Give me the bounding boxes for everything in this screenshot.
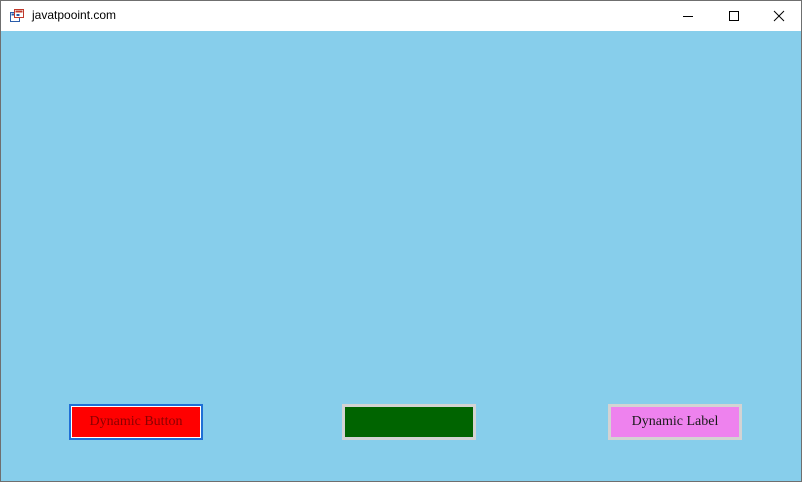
dynamic-button[interactable]: Dynamic Button: [69, 404, 203, 440]
form-client-area: Dynamic Button Dynamic Label: [1, 31, 801, 481]
minimize-icon: [683, 16, 693, 17]
dynamic-label: Dynamic Label: [608, 404, 742, 440]
maximize-icon: [729, 11, 739, 21]
app-icon[interactable]: [10, 9, 24, 23]
title-bar[interactable]: javatpooint.com: [1, 1, 801, 31]
close-icon: [773, 10, 785, 22]
maximize-button[interactable]: [711, 1, 757, 31]
minimize-button[interactable]: [665, 1, 711, 31]
window-title: javatpooint.com: [32, 8, 117, 22]
close-button[interactable]: [756, 1, 802, 31]
app-window: javatpooint.com Dynamic Button Dynamic L…: [0, 0, 802, 482]
dynamic-textbox[interactable]: [342, 404, 476, 440]
